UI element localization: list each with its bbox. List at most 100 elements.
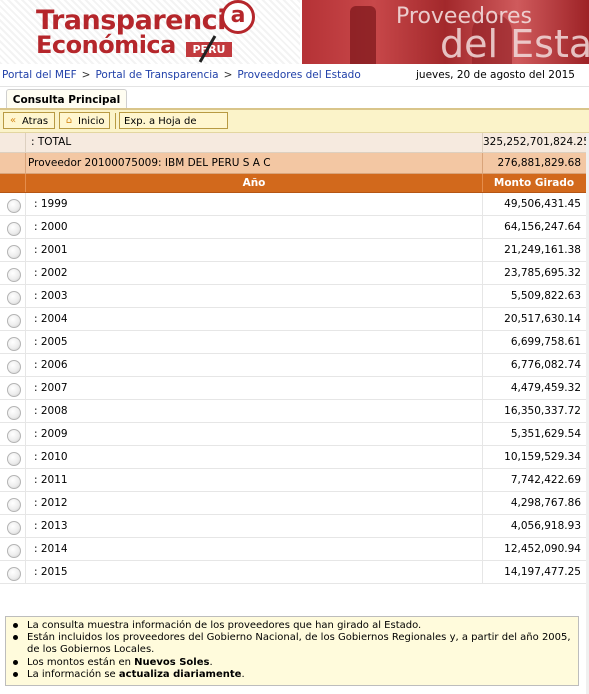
- table-row[interactable]: : 2014 12,452,090.94: [0, 538, 589, 561]
- table-row[interactable]: : 2012 4,298,767.86: [0, 492, 589, 515]
- row-select-cell[interactable]: [0, 193, 24, 215]
- table-row[interactable]: : 2006 6,776,082.74: [0, 354, 589, 377]
- logo-line-2[interactable]: Económica: [36, 31, 176, 59]
- row-radio-button[interactable]: [7, 475, 21, 489]
- row-select-cell[interactable]: [0, 377, 24, 399]
- row-radio-button[interactable]: [7, 199, 21, 213]
- breadcrumb-link-portal-mef[interactable]: Portal del MEF: [2, 69, 77, 81]
- amount-cell: 23,785,695.32: [482, 262, 585, 284]
- column-header-year[interactable]: Año: [25, 174, 482, 192]
- amount-cell: 64,156,247.64: [482, 216, 585, 238]
- table-row[interactable]: : 2010 10,159,529.34: [0, 446, 589, 469]
- row-radio-button[interactable]: [7, 498, 21, 512]
- row-select-cell[interactable]: [0, 262, 24, 284]
- note-item: La información se actualiza diariamente.: [10, 669, 574, 681]
- provider-label: Proveedor 20100075009: IBM DEL PERU S A …: [25, 153, 482, 173]
- amount-cell: 21,249,161.38: [482, 239, 585, 261]
- row-radio-button[interactable]: [7, 383, 21, 397]
- row-select-cell[interactable]: [0, 308, 24, 330]
- table-row[interactable]: : 2001 21,249,161.38: [0, 239, 589, 262]
- amount-cell: 4,056,918.93: [482, 515, 585, 537]
- table-row[interactable]: : 1999 49,506,431.45: [0, 193, 589, 216]
- toolbar: « Atras ⌂ Inicio Exp. a Hoja de Cálculo: [0, 110, 589, 144]
- row-radio-button[interactable]: [7, 429, 21, 443]
- row-select-cell[interactable]: [0, 331, 24, 353]
- note-text-suffix: .: [209, 656, 213, 668]
- home-button[interactable]: ⌂ Inicio: [59, 112, 110, 129]
- amount-cell: 16,350,337.72: [482, 400, 585, 422]
- table-row[interactable]: : 2003 5,509,822.63: [0, 285, 589, 308]
- table-row[interactable]: : 2000 64,156,247.64: [0, 216, 589, 239]
- amount-cell: 4,479,459.32: [482, 377, 585, 399]
- row-select-cell[interactable]: [0, 469, 24, 491]
- note-item: Están incluidos los proveedores del Gobi…: [10, 632, 574, 656]
- table-row[interactable]: : 2004 20,517,630.14: [0, 308, 589, 331]
- table-row[interactable]: : 2005 6,699,758.61: [0, 331, 589, 354]
- row-select-cell[interactable]: [0, 216, 24, 238]
- row-select-cell[interactable]: [0, 239, 24, 261]
- year-cell: : 2014: [25, 538, 482, 560]
- breadcrumb-link-portal-transparencia[interactable]: Portal de Transparencia: [95, 69, 218, 81]
- home-icon: ⌂: [65, 115, 73, 126]
- amount-cell: 4,298,767.86: [482, 492, 585, 514]
- provider-row: Proveedor 20100075009: IBM DEL PERU S A …: [0, 153, 589, 174]
- column-header-amount[interactable]: Monto Girado: [482, 174, 585, 192]
- row-radio-button[interactable]: [7, 245, 21, 259]
- row-radio-button[interactable]: [7, 406, 21, 420]
- toolbar-divider: [115, 113, 116, 129]
- row-radio-button[interactable]: [7, 544, 21, 558]
- row-select-cell[interactable]: [0, 400, 24, 422]
- total-label: : TOTAL: [25, 133, 482, 152]
- note-item: La consulta muestra información de los p…: [10, 620, 574, 632]
- year-cell: : 2008: [25, 400, 482, 422]
- note-text-bold: Nuevos Soles: [134, 656, 210, 668]
- export-spreadsheet-button[interactable]: Exp. a Hoja de Cálculo: [119, 112, 228, 144]
- row-select-cell[interactable]: [0, 515, 24, 537]
- row-radio-button[interactable]: [7, 268, 21, 282]
- row-radio-button[interactable]: [7, 521, 21, 535]
- row-select-cell[interactable]: [0, 538, 24, 560]
- breadcrumb: Portal del MEF > Portal de Transparencia > P…: [0, 64, 589, 87]
- amount-cell: 6,776,082.74: [482, 354, 585, 376]
- amount-cell: 14,197,477.25: [482, 561, 585, 583]
- row-radio-button[interactable]: [7, 314, 21, 328]
- row-radio-button[interactable]: [7, 452, 21, 466]
- year-cell: : 2006: [25, 354, 482, 376]
- back-button-label: Atras: [22, 116, 49, 127]
- table-row[interactable]: : 2007 4,479,459.32: [0, 377, 589, 400]
- row-select-cell[interactable]: [0, 446, 24, 468]
- row-radio-button[interactable]: [7, 337, 21, 351]
- table-row[interactable]: : 2008 16,350,337.72: [0, 400, 589, 423]
- back-button[interactable]: « Atras: [3, 112, 55, 129]
- amount-cell: 5,351,629.54: [482, 423, 585, 445]
- year-cell: : 2015: [25, 561, 482, 583]
- row-select-cell[interactable]: [0, 561, 24, 583]
- row-select-cell[interactable]: [0, 423, 24, 445]
- row-select-cell[interactable]: [0, 492, 24, 514]
- year-cell: : 2012: [25, 492, 482, 514]
- total-row: : TOTAL 325,252,701,824.25: [0, 133, 589, 153]
- row-radio-button[interactable]: [7, 567, 21, 581]
- row-select-cell[interactable]: [0, 285, 24, 307]
- tab-consulta-principal[interactable]: Consulta Principal: [6, 89, 127, 110]
- breadcrumb-links: Portal del MEF > Portal de Transparencia > P…: [2, 64, 361, 86]
- site-banner: Transparenci a Económica PERU Proveedore…: [0, 0, 589, 64]
- row-select-cell[interactable]: [0, 354, 24, 376]
- row-radio-button[interactable]: [7, 291, 21, 305]
- note-text: Están incluidos los proveedores del Gobi…: [27, 632, 571, 656]
- table-row[interactable]: : 2002 23,785,695.32: [0, 262, 589, 285]
- row-radio-button[interactable]: [7, 360, 21, 374]
- banner-title-line-2: del Esta: [440, 22, 589, 64]
- amount-cell: 12,452,090.94: [482, 538, 585, 560]
- church-tower-shape: [350, 6, 376, 64]
- table-row[interactable]: : 2015 14,197,477.25: [0, 561, 589, 584]
- table-row[interactable]: : 2009 5,351,629.54: [0, 423, 589, 446]
- tab-bar: Consulta Principal: [0, 87, 589, 110]
- amount-cell: 20,517,630.14: [482, 308, 585, 330]
- table-row[interactable]: : 2011 7,742,422.69: [0, 469, 589, 492]
- breadcrumb-link-proveedores[interactable]: Proveedores del Estado: [237, 69, 360, 81]
- logo-a-icon[interactable]: a: [221, 0, 255, 34]
- table-row[interactable]: : 2013 4,056,918.93: [0, 515, 589, 538]
- breadcrumb-separator: >: [81, 69, 91, 81]
- row-radio-button[interactable]: [7, 222, 21, 236]
